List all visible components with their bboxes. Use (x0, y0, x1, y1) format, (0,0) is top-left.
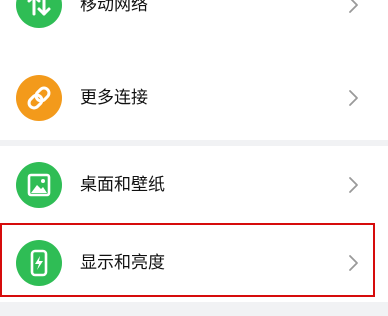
wallpaper-icon (16, 162, 62, 208)
chevron-right-icon (342, 87, 364, 109)
settings-item-mobile-network[interactable]: 移动网络 (0, 0, 388, 40)
mobile-network-icon (16, 0, 62, 28)
settings-item-label: 显示和亮度 (80, 253, 165, 273)
link-icon (16, 75, 62, 121)
chevron-right-icon (342, 0, 364, 16)
settings-item-display-brightness[interactable]: 显示和亮度 (0, 228, 388, 298)
settings-item-label: 移动网络 (80, 0, 148, 15)
settings-item-more-connections[interactable]: 更多连接 (0, 63, 388, 133)
settings-item-label: 桌面和壁纸 (80, 175, 165, 195)
display-brightness-icon (16, 240, 62, 286)
chevron-right-icon (342, 174, 364, 196)
group-separator (0, 302, 388, 316)
settings-item-wallpaper[interactable]: 桌面和壁纸 (0, 150, 388, 220)
settings-item-label: 更多连接 (80, 88, 148, 108)
chevron-right-icon (342, 252, 364, 274)
